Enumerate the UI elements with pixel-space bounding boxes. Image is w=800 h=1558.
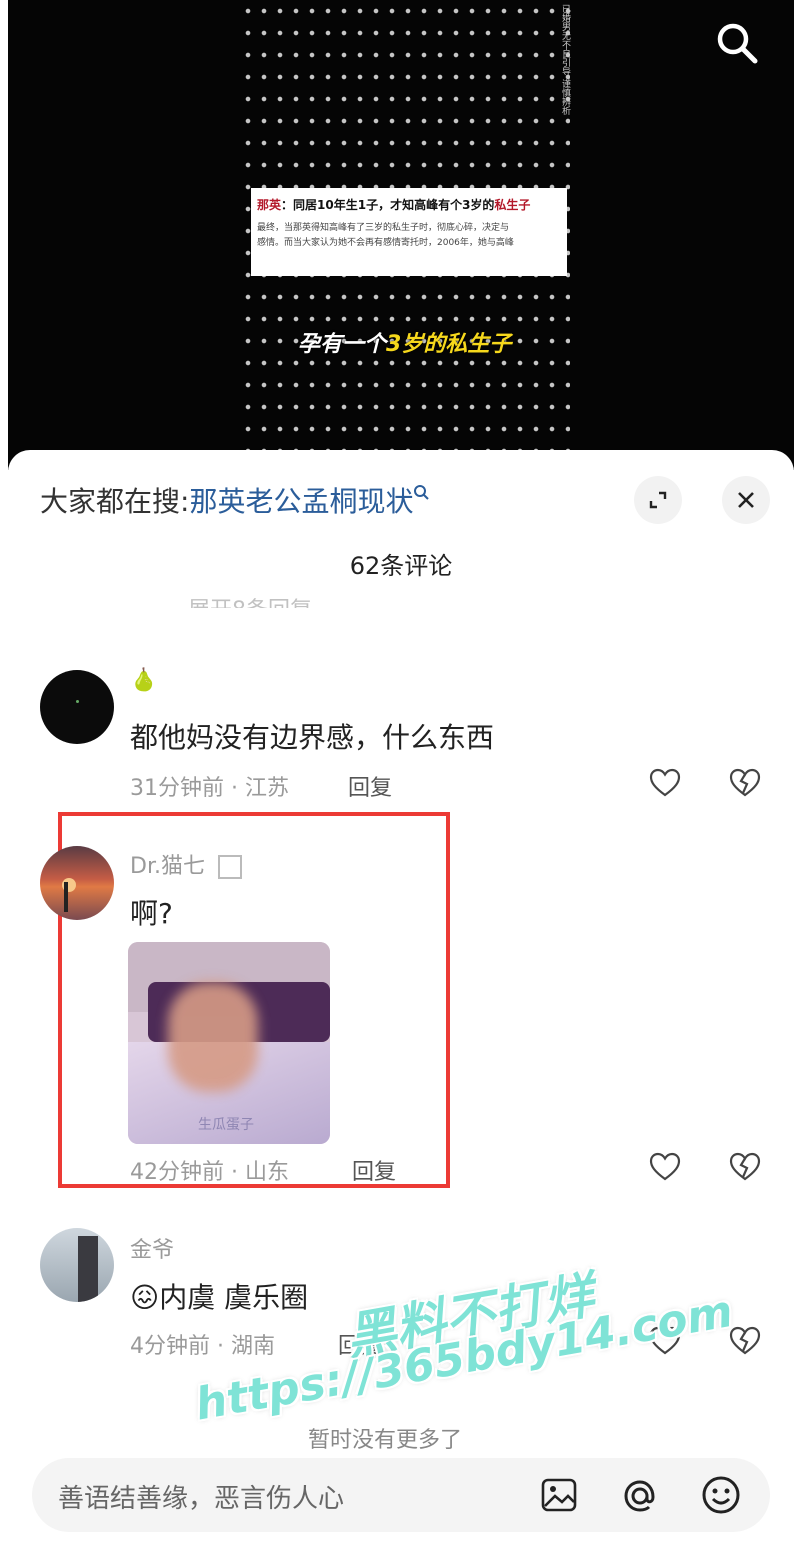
comment-input-placeholder[interactable]: 善语结善缘，恶言伤人心	[58, 1478, 344, 1515]
avatar[interactable]	[40, 670, 114, 744]
video-article-card: 那英：同居10年生1子，才知高峰有个3岁的私生子 最终，当那英得知高峰有了三岁的…	[251, 188, 567, 276]
avatar[interactable]	[40, 846, 114, 920]
hot-search-prefix: 大家都在搜:	[40, 485, 190, 518]
username-text: Dr.猫七	[130, 854, 205, 879]
comment-text: 😖内虞 虞乐圈	[130, 1281, 309, 1314]
avatar-figure	[64, 882, 68, 912]
article-title-tail: 私生子	[494, 198, 531, 212]
avatar-dot	[76, 700, 79, 703]
comment-username[interactable]: Dr.猫七	[130, 848, 242, 880]
image-blur	[168, 982, 258, 1092]
comment-time-location: 4分钟前 · 湖南	[130, 1334, 275, 1359]
collapsed-replies-link[interactable]: 展开8条回复	[188, 592, 312, 608]
avatar-tower	[78, 1236, 98, 1302]
dislike-broken-heart-icon[interactable]	[728, 766, 762, 800]
comment-text: 都他妈没有边界感，什么东西	[130, 721, 495, 754]
comment-input-bar[interactable]: 善语结善缘，恶言伤人心	[32, 1458, 770, 1532]
subtitle-highlight: 3岁的私生子	[386, 332, 512, 357]
video-player[interactable]: 那英：同居10年生1子，才知高峰有个3岁的私生子 最终，当那英得知高峰有了三岁的…	[0, 0, 800, 470]
image-icon[interactable]	[540, 1476, 578, 1514]
like-heart-icon[interactable]	[648, 1150, 682, 1184]
comment-username[interactable]: 🍐	[130, 668, 157, 693]
comment-text: 啊?	[130, 897, 173, 930]
close-icon	[738, 492, 754, 508]
close-button[interactable]	[722, 476, 770, 524]
video-subtitle: 孕有一个3岁的私生子	[298, 326, 511, 358]
article-headline: 那英：同居10年生1子，才知高峰有个3岁的私生子	[257, 196, 561, 213]
article-body-line-1: 最终，当那英得知高峰有了三岁的私生子时，彻底心碎，决定与	[257, 223, 510, 233]
hot-search-bar[interactable]: 大家都在搜:那英老公孟桐现状	[40, 480, 431, 520]
reply-button[interactable]: 回复	[348, 770, 392, 802]
video-frame[interactable]: 那英：同居10年生1子，才知高峰有个3岁的私生子 最终，当那英得知高峰有了三岁的…	[8, 0, 794, 470]
hot-search-keyword[interactable]: 那英老公孟桐现状	[189, 485, 413, 518]
badge-icon	[217, 855, 242, 879]
search-small-icon	[414, 485, 430, 500]
like-heart-icon[interactable]	[648, 766, 682, 800]
dislike-broken-heart-icon[interactable]	[728, 1150, 762, 1184]
avatar[interactable]	[40, 1228, 114, 1302]
comment-username[interactable]: 金爷	[130, 1232, 174, 1264]
article-name: 那英	[257, 198, 282, 212]
reply-button[interactable]: 回复	[352, 1154, 396, 1186]
article-body: 最终，当那英得知高峰有了三岁的私生子时，彻底心碎，决定与 感情。而当大家认为她不…	[257, 221, 561, 251]
comment-time-location: 31分钟前 · 江苏	[130, 776, 289, 801]
comment-image[interactable]: 生瓜蛋子	[128, 942, 330, 1144]
video-side-text: 已婚男无不良引导 谨慎辨析	[560, 4, 570, 115]
article-title: ：同居10年生1子，才知高峰有个3岁的	[281, 198, 495, 212]
no-more-text: 暂时没有更多了	[308, 1428, 463, 1453]
search-icon[interactable]	[714, 20, 760, 66]
article-body-line-2: 感情。而当大家认为她不会再有感情寄托时，2006年，她与高峰	[257, 238, 514, 248]
image-watermark: 生瓜蛋子	[198, 1117, 254, 1133]
subtitle-text: 孕有一个	[298, 332, 387, 357]
comment-time-location: 42分钟前 · 山东	[130, 1160, 289, 1185]
expand-button[interactable]	[634, 476, 682, 524]
emoji-icon[interactable]	[700, 1474, 742, 1516]
expand-icon	[649, 491, 667, 509]
mention-at-icon[interactable]	[620, 1476, 660, 1516]
comment-count-title: 62条评论	[349, 552, 453, 580]
